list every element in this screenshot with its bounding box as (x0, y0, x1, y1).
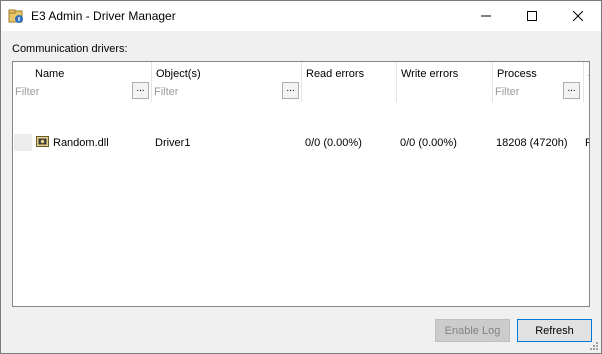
title-bar[interactable]: E3 Admin - Driver Manager (1, 1, 601, 31)
column-title: Object(s) (156, 68, 201, 80)
enable-log-button[interactable]: Enable Log (435, 319, 510, 342)
row-selector[interactable] (14, 134, 32, 151)
column-header-read-errors[interactable]: Read errors (302, 62, 397, 102)
filter-button[interactable]: ... (563, 82, 580, 99)
column-header-name[interactable]: Name Filter ... (13, 62, 152, 102)
resize-grip-icon[interactable] (589, 340, 599, 350)
column-header-write-errors[interactable]: Write errors (397, 62, 493, 102)
driver-manager-window: E3 Admin - Driver Manager Communication … (0, 0, 602, 354)
column-header-objects[interactable]: Object(s) Filter ... (152, 62, 302, 102)
filter-button[interactable]: ... (132, 82, 149, 99)
column-header-truncated[interactable]: S (584, 62, 589, 102)
cell-write-errors: 0/0 (0.00%) (400, 137, 457, 149)
close-button[interactable] (555, 1, 601, 31)
window-body: Communication drivers: Name Filter ... O… (1, 31, 601, 353)
filter-input[interactable]: Filter (495, 86, 519, 98)
maximize-button[interactable] (509, 1, 555, 31)
column-title: Read errors (306, 68, 365, 80)
column-header-process[interactable]: Process Filter ... (493, 62, 584, 102)
cell-truncated: R (585, 137, 589, 149)
column-title: Write errors (401, 68, 459, 80)
cell-name: Random.dll (53, 137, 109, 149)
column-title: S (588, 68, 589, 80)
window-title: E3 Admin - Driver Manager (31, 9, 176, 23)
column-title: Process (497, 68, 537, 80)
section-label: Communication drivers: (12, 43, 128, 55)
cell-read-errors: 0/0 (0.00%) (305, 137, 362, 149)
column-title: Name (35, 68, 65, 80)
filter-input[interactable]: Filter (154, 86, 178, 98)
cell-objects: Driver1 (155, 137, 191, 149)
drivers-grid[interactable]: Name Filter ... Object(s) Filter ... Rea… (12, 61, 590, 307)
filter-input[interactable]: Filter (15, 86, 39, 98)
filter-button[interactable]: ... (282, 82, 299, 99)
refresh-button[interactable]: Refresh (517, 319, 592, 342)
minimize-button[interactable] (463, 1, 509, 31)
app-icon (8, 8, 24, 24)
cell-process: 18208 (4720h) (496, 137, 568, 149)
dll-file-icon (36, 135, 49, 148)
